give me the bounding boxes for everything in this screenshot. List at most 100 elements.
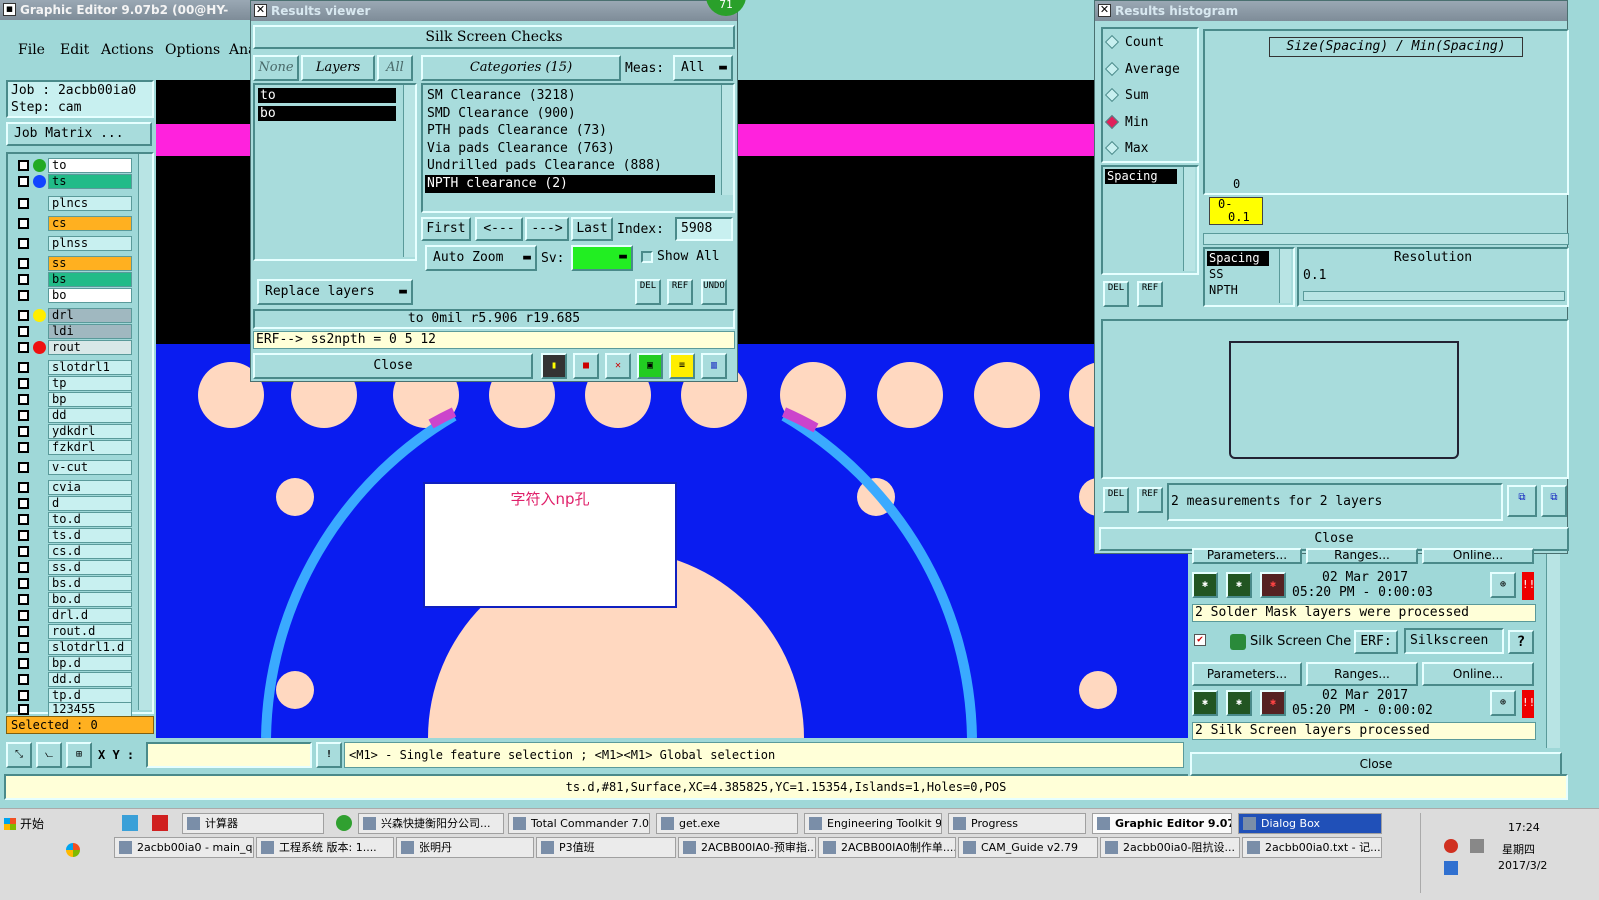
layer-name[interactable]: cs.d xyxy=(48,544,132,559)
rv-layers-button[interactable]: Layers xyxy=(301,55,375,81)
taskbar-item[interactable]: 2acbb00ia0-阻抗设... xyxy=(1100,837,1240,858)
rv-category-item[interactable]: Via pads Clearance (763) xyxy=(425,140,715,158)
layer-name[interactable]: rout.d xyxy=(48,624,132,639)
layer-checkbox[interactable] xyxy=(18,442,29,453)
layer-name[interactable]: bs.d xyxy=(48,576,132,591)
rv-category-item[interactable]: SM Clearance (3218) xyxy=(425,87,715,105)
layer-row-tp[interactable]: tp xyxy=(16,376,134,391)
taskbar-item[interactable]: 兴森快捷衡阳分公司... xyxy=(358,813,504,834)
rv-tool5-icon[interactable]: ≡ xyxy=(669,353,695,379)
rv-undo-icon[interactable]: UNDO xyxy=(701,279,727,305)
rv-index-input[interactable]: 5908 xyxy=(675,217,733,241)
taskbar-item[interactable]: Dialog Box xyxy=(1238,813,1382,834)
layer-row-ts[interactable]: ts xyxy=(16,174,134,189)
layer-row-drl.d[interactable]: drl.d xyxy=(16,608,134,623)
rv-close-button[interactable]: Close xyxy=(253,353,533,379)
rv-tool3-icon[interactable]: ✕ xyxy=(605,353,631,379)
taskbar-item[interactable]: get.exe xyxy=(656,813,798,834)
hist-resolution-slider[interactable] xyxy=(1303,291,1565,301)
layer-row-to[interactable]: to xyxy=(16,158,134,173)
layer-row-ydkdrl[interactable]: ydkdrl xyxy=(16,424,134,439)
stop-icon[interactable]: ✱ xyxy=(1260,690,1286,716)
layer-checkbox[interactable] xyxy=(18,690,29,701)
hist-list-item-spacing[interactable]: Spacing xyxy=(1105,169,1177,184)
hist-mode-max[interactable]: Max xyxy=(1104,139,1148,159)
run-icon[interactable]: ✱ xyxy=(1192,690,1218,716)
run-icon[interactable]: ✱ xyxy=(1192,572,1218,598)
layer-checkbox[interactable] xyxy=(18,498,29,509)
rv-sv-dropdown[interactable]: ▬ xyxy=(571,245,633,271)
layer-checkbox[interactable] xyxy=(18,218,29,229)
layer-list-scrollbar[interactable] xyxy=(138,154,152,710)
taskbar-item[interactable]: 计算器 xyxy=(182,813,324,834)
hist-export2-icon[interactable]: ⧉ xyxy=(1541,485,1567,517)
close-icon[interactable]: ✕ xyxy=(254,4,267,17)
layer-checkbox[interactable] xyxy=(18,674,29,685)
rv-replace-layers-dropdown[interactable]: Replace layers ▬ xyxy=(257,279,413,305)
cl-parameters-button[interactable]: Parameters... xyxy=(1192,662,1302,686)
layer-checkbox[interactable] xyxy=(18,546,29,557)
hist-del2-icon[interactable]: DEL xyxy=(1103,487,1129,513)
layer-row-dd.d[interactable]: dd.d xyxy=(16,672,134,687)
taskbar-item[interactable]: 2ACBB00IA0制作单.... xyxy=(818,837,956,858)
layer-name[interactable]: bs xyxy=(48,272,132,287)
hist-del-icon[interactable]: DEL xyxy=(1103,281,1129,307)
rv-category-item[interactable]: Undrilled pads Clearance (888) xyxy=(425,157,715,175)
layer-row-ts.d[interactable]: ts.d xyxy=(16,528,134,543)
cl-close-button[interactable]: Close xyxy=(1190,752,1562,776)
hist-top-scrollbar[interactable] xyxy=(1183,167,1195,271)
menu-options[interactable]: Options xyxy=(165,42,220,58)
layer-name[interactable]: tp.d xyxy=(48,688,132,703)
pdf-icon[interactable] xyxy=(152,815,168,831)
layer-name[interactable]: dd xyxy=(48,408,132,423)
layer-row-plnss[interactable]: plnss xyxy=(16,236,134,251)
layer-name[interactable]: drl.d xyxy=(48,608,132,623)
measure-icon[interactable]: ⦦ xyxy=(36,742,62,768)
layer-checkbox[interactable] xyxy=(18,198,29,209)
layer-row-bo.d[interactable]: bo.d xyxy=(16,592,134,607)
layer-row-fzkdrl[interactable]: fzkdrl xyxy=(16,440,134,455)
layer-name[interactable]: bo.d xyxy=(48,592,132,607)
layer-checkbox[interactable] xyxy=(18,426,29,437)
layer-name[interactable]: ss xyxy=(48,256,132,271)
rv-tool1-icon[interactable]: ▮ xyxy=(541,353,567,379)
layer-name[interactable]: rout xyxy=(48,340,132,355)
layer-row-ss[interactable]: ss xyxy=(16,256,134,271)
cl-help-button[interactable]: ? xyxy=(1508,630,1534,654)
taskbar-item[interactable]: P3值班 xyxy=(536,837,676,858)
taskbar-item[interactable]: 2acbb00ia0 - main_qa xyxy=(114,837,254,858)
layer-row-123455[interactable]: 123455 xyxy=(16,702,134,717)
taskbar-item[interactable]: 张明丹 xyxy=(396,837,534,858)
layer-checkbox[interactable] xyxy=(18,310,29,321)
layer-name[interactable]: tp xyxy=(48,376,132,391)
hist-ref2-icon[interactable]: REF xyxy=(1137,487,1163,513)
layer-row-slotdrl1.d[interactable]: slotdrl1.d xyxy=(16,640,134,655)
layer-name[interactable]: dd.d xyxy=(48,672,132,687)
layer-checkbox[interactable] xyxy=(18,362,29,373)
layer-name[interactable]: slotdrl1.d xyxy=(48,640,132,655)
layer-name[interactable]: ldi xyxy=(48,324,132,339)
volume-icon[interactable] xyxy=(1470,839,1484,853)
cl-erf-button[interactable]: ERF: xyxy=(1354,630,1398,654)
layer-checkbox[interactable] xyxy=(18,562,29,573)
taskbar-item[interactable]: Engineering Toolkit 9.... xyxy=(804,813,942,834)
menu-actions[interactable]: Actions xyxy=(101,42,154,58)
grid-icon[interactable]: ⊞ xyxy=(66,742,92,768)
rv-last-button[interactable]: Last xyxy=(571,217,613,241)
layer-name[interactable]: ts.d xyxy=(48,528,132,543)
layer-checkbox[interactable] xyxy=(18,160,29,171)
layer-checkbox[interactable] xyxy=(18,578,29,589)
layer-checkbox[interactable] xyxy=(18,482,29,493)
layer-name[interactable]: slotdrl1 xyxy=(48,360,132,375)
close-icon[interactable]: ✕ xyxy=(1098,4,1111,17)
layer-row-dd[interactable]: dd xyxy=(16,408,134,423)
layer-row-bo[interactable]: bo xyxy=(16,288,134,303)
job-matrix-button[interactable]: Job Matrix ... xyxy=(6,122,152,146)
cl-ranges-button[interactable]: Ranges... xyxy=(1306,662,1418,686)
layer-name[interactable]: plncs xyxy=(48,196,132,211)
layer-checkbox[interactable] xyxy=(18,642,29,653)
layer-name[interactable]: ydkdrl xyxy=(48,424,132,439)
layer-name[interactable]: drl xyxy=(48,308,132,323)
layer-name[interactable]: 123455 xyxy=(48,702,132,717)
ie-icon[interactable] xyxy=(336,815,352,831)
